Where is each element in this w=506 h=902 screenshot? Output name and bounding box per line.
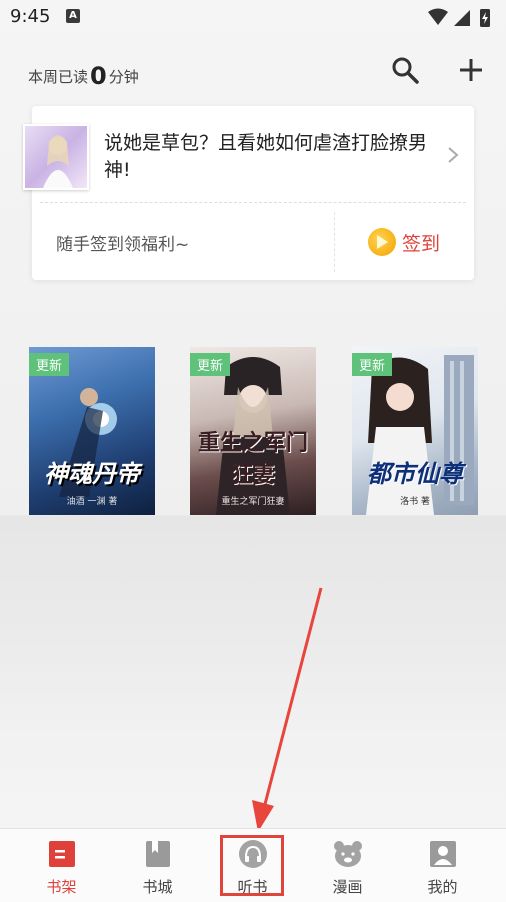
book-cover-title: 都市仙尊 [367, 459, 463, 488]
chevron-right-icon[interactable] [446, 146, 460, 164]
update-badge: 更新 [352, 353, 393, 376]
nav-item-bookshelf[interactable]: 书架 [11, 829, 112, 902]
wifi-icon [428, 8, 448, 25]
status-icons [428, 8, 490, 27]
update-badge: 更新 [29, 353, 70, 376]
nav-label-bookstore: 书城 [142, 878, 173, 896]
nav-label-comics: 漫画 [332, 878, 363, 896]
nav-item-comics[interactable]: 漫画 [297, 829, 398, 902]
book-item-3[interactable]: 更新 都市仙尊 洛书 著 [352, 347, 478, 515]
coin-play-icon [368, 228, 396, 256]
book-cover-author: 油酒 一渊 著 [66, 497, 118, 507]
book-item-2[interactable]: 更新 重生之军门狂妻 重生之军门狂妻 [190, 347, 316, 515]
nav-item-profile[interactable]: 我的 [392, 829, 493, 902]
signin-promo-text: 随手签到领福利~ [56, 235, 190, 255]
nav-item-bookstore[interactable]: 书城 [107, 829, 208, 902]
recommend-title[interactable]: 说她是草包？且看她如何虐渣打脸撩男神! [104, 130, 434, 184]
card-divider [40, 202, 466, 203]
weekly-minutes: 0 [90, 62, 107, 90]
bear-icon [334, 841, 362, 867]
weekly-reading-stat: 本周已读0 分钟 [28, 62, 139, 90]
weekly-unit: 分钟 [108, 68, 139, 86]
nav-label-profile: 我的 [427, 878, 458, 896]
notification-icon: A [66, 9, 80, 23]
book-item-1[interactable]: 更新 神魂丹帝 油酒 一渊 著 [29, 347, 155, 515]
book-cover-author: 洛书 著 [400, 497, 430, 507]
nav-label-bookshelf: 书架 [46, 878, 77, 896]
bookshelf-icon [49, 841, 75, 867]
signin-label: 签到 [402, 233, 441, 255]
audiobook-highlight-box [220, 835, 284, 896]
recommend-cover-image[interactable] [23, 124, 89, 190]
signal-icon [454, 10, 470, 26]
book-cover-author: 重生之军门狂妻 [221, 497, 285, 507]
weekly-prefix: 本周已读 [28, 68, 89, 86]
book-cover-title: 神魂丹帝 [44, 459, 140, 488]
update-badge: 更新 [190, 353, 231, 376]
profile-icon [430, 841, 456, 867]
bookstore-icon [146, 841, 170, 867]
search-icon[interactable] [390, 55, 420, 85]
status-bar: 9:45 A [0, 0, 506, 36]
card-vertical-divider [334, 212, 335, 272]
book-cover-title: 重生之军门狂妻 [197, 430, 308, 488]
status-time: 9:45 [10, 6, 51, 27]
recommend-card[interactable]: 说她是草包？且看她如何虐渣打脸撩男神! 随手签到领福利~ 签到 [23, 106, 474, 280]
plus-icon[interactable] [456, 55, 486, 85]
